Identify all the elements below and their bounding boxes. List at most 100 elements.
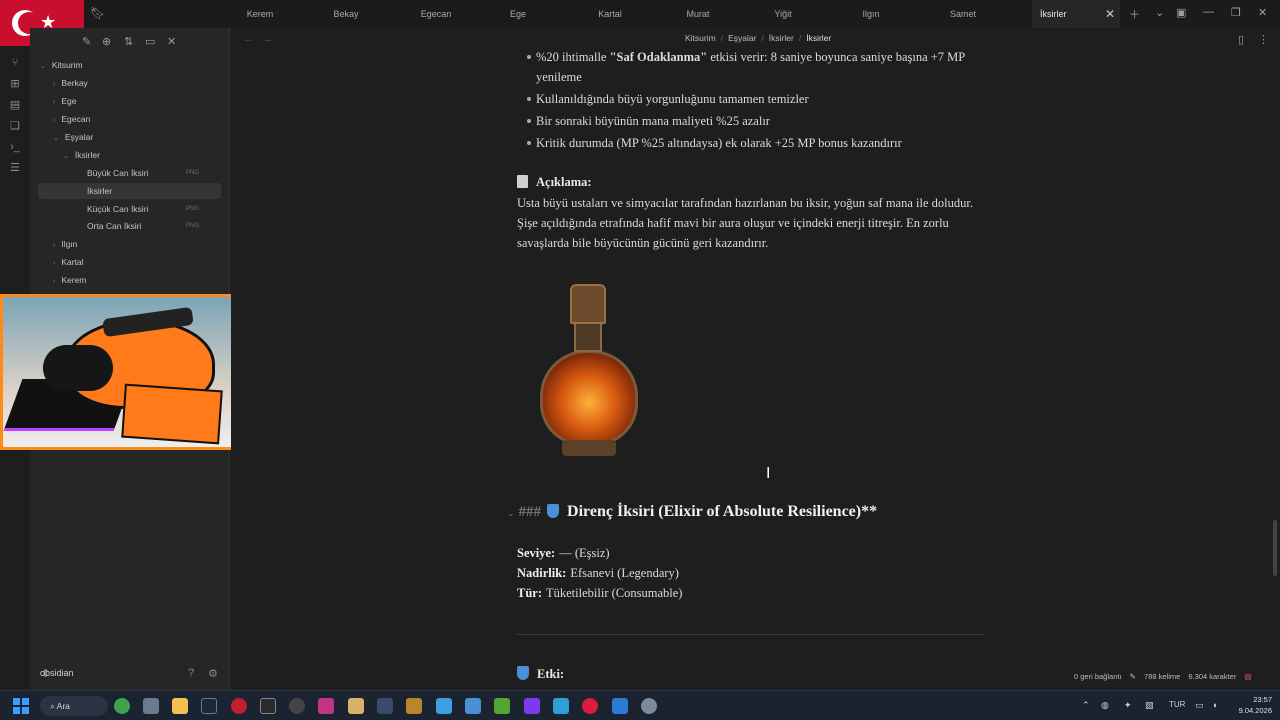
task-view-icon[interactable]: [143, 698, 159, 714]
new-note-icon[interactable]: ✎: [82, 35, 91, 48]
chevron-up-icon[interactable]: ⌃: [1082, 700, 1090, 711]
tray-app-icon[interactable]: ◍: [1101, 700, 1109, 711]
opera-icon[interactable]: [231, 698, 247, 714]
notes-app-icon[interactable]: [348, 698, 364, 714]
tree-folder-berkay[interactable]: › Berkay: [53, 75, 88, 91]
list-icon[interactable]: ☰: [8, 161, 22, 175]
network-icon[interactable]: ▭: [1195, 700, 1204, 711]
app-icon[interactable]: [377, 698, 393, 714]
more-options-icon[interactable]: ⋮: [1258, 33, 1269, 46]
divider: [517, 634, 985, 635]
language-indicator[interactable]: TUR: [1169, 700, 1185, 709]
tree-folder-egecan[interactable]: › Egecan: [53, 111, 90, 127]
tree-file-kucuk-can[interactable]: Küçük Can İksiri PNG: [87, 201, 217, 217]
file-explorer-icon[interactable]: [172, 698, 188, 714]
tab-samet[interactable]: Samet: [933, 0, 993, 28]
riot-icon[interactable]: [406, 698, 422, 714]
sort-icon[interactable]: ⇅: [124, 35, 133, 48]
minecraft-icon[interactable]: [494, 698, 510, 714]
etki-heading: Etki:: [517, 666, 564, 682]
new-tab-icon[interactable]: ＋: [1129, 6, 1140, 22]
tab-bar: ★ 🔖︎ Kerem Bekay Egecan Ege Kartal Murat…: [0, 0, 1280, 46]
scrollbar[interactable]: [1273, 520, 1277, 576]
section-heading: ⌄ ### Direnç İksiri (Elixir of Absolute Re…: [507, 503, 878, 520]
app-icon[interactable]: [289, 698, 305, 714]
windows-start-icon[interactable]: [13, 698, 29, 714]
fold-chevron-icon[interactable]: ⌄: [507, 508, 515, 518]
list-item: Bir sonraki büyünün mana maliyeti %25 az…: [527, 111, 977, 131]
nadirlik-row: Nadirlik: Efsanevi (Legendary): [517, 566, 679, 580]
tab-kerem[interactable]: Kerem: [230, 0, 290, 28]
volume-icon[interactable]: ◖: [1212, 700, 1217, 710]
tree-folder-kartal[interactable]: › Kartal: [53, 254, 84, 270]
seviye-row: Seviye: — (Eşsiz): [517, 546, 610, 560]
backlinks-count[interactable]: 0 geri bağlantı: [1074, 672, 1122, 681]
edit-icon[interactable]: ✎: [1130, 672, 1136, 681]
close-tab-icon[interactable]: ✕: [1105, 7, 1115, 21]
char-count: 6.304 karakter: [1188, 672, 1237, 681]
forward-arrow-icon[interactable]: →: [262, 33, 273, 45]
breadcrumb-item[interactable]: İksirler: [769, 33, 794, 43]
text-cursor-icon: I: [766, 465, 771, 482]
maximize-icon[interactable]: ❐: [1231, 6, 1241, 19]
epic-games-icon[interactable]: [260, 698, 276, 714]
xbox-app-icon[interactable]: [114, 698, 130, 714]
minimize-icon[interactable]: —: [1203, 6, 1214, 18]
instagram-icon[interactable]: [318, 698, 334, 714]
new-folder-icon[interactable]: ⊕: [102, 35, 111, 48]
taskbar-clock[interactable]: 23:57 9.04.2026: [1232, 694, 1272, 716]
photos-icon[interactable]: [553, 698, 569, 714]
tree-folder-esyalar[interactable]: ⌄ Eşyalar: [53, 129, 93, 145]
close-all-icon[interactable]: ✕: [167, 35, 176, 48]
tab-yigit[interactable]: Yiğit: [753, 0, 813, 28]
chevron-down-icon[interactable]: ⌄: [1155, 6, 1164, 19]
tray-app-icon[interactable]: ✦: [1124, 700, 1132, 711]
vault-name[interactable]: obsidian: [40, 668, 74, 678]
list-item: Kullanıldığında büyü yorgunluğunu tamame…: [527, 89, 977, 109]
app-icon[interactable]: [612, 698, 628, 714]
breadcrumb-item[interactable]: Kitsurim: [685, 33, 716, 43]
tab-ege[interactable]: Ege: [488, 0, 548, 28]
grid-icon[interactable]: ⊞: [8, 77, 22, 91]
tree-folder-ilgin[interactable]: › Ilgın: [53, 236, 77, 252]
tur-row: Tür: Tüketilebilir (Consumable): [517, 586, 683, 600]
sync-icon[interactable]: ▨: [1244, 672, 1251, 681]
terminal-icon[interactable]: ›_: [8, 140, 22, 154]
aciklama-heading: Açıklama:: [517, 175, 592, 190]
help-icon[interactable]: ?: [188, 667, 194, 679]
app-icon[interactable]: [436, 698, 452, 714]
tab-kartal[interactable]: Kartal: [580, 0, 640, 28]
back-arrow-icon[interactable]: ←: [243, 33, 254, 45]
tray-app-icon[interactable]: ▧: [1145, 700, 1154, 711]
collapse-icon[interactable]: ▭: [145, 35, 155, 48]
calendar-icon[interactable]: ▤: [8, 98, 22, 112]
taskbar-search[interactable]: ⌕ Ara: [40, 696, 108, 716]
tree-folder-kerem[interactable]: › Kerem: [53, 272, 86, 288]
bookmark-icon[interactable]: 🔖︎: [90, 6, 105, 20]
graph-icon[interactable]: ⑂: [8, 56, 22, 70]
settings-gear-icon[interactable]: ⚙: [208, 667, 218, 680]
word-count: 788 kelime: [1144, 672, 1181, 681]
app-icon[interactable]: [582, 698, 598, 714]
aciklama-paragraph: Usta büyü ustaları ve simyacılar tarafın…: [517, 196, 973, 250]
tree-folder-iksirler[interactable]: ⌄ İksirler: [63, 147, 100, 163]
tab-bekay[interactable]: Bekay: [316, 0, 376, 28]
tree-file-iksirler[interactable]: İksirler: [38, 183, 221, 199]
copy-icon[interactable]: ❏: [8, 119, 22, 133]
list-item: Kritik durumda (MP %25 altındaysa) ek ol…: [527, 133, 977, 153]
tab-murat[interactable]: Murat: [668, 0, 728, 28]
tree-folder-kitsurim[interactable]: ⌄ Kitsurim: [40, 57, 83, 73]
settings-app-icon[interactable]: [641, 698, 657, 714]
tree-file-orta-can[interactable]: Orta Can İksiri PNG: [87, 218, 217, 234]
window-close-icon[interactable]: ✕: [1258, 6, 1267, 19]
tab-ilgin[interactable]: Ilgın: [841, 0, 901, 28]
obsidian-icon[interactable]: [524, 698, 540, 714]
tree-file-buyuk-can[interactable]: Büyük Can İksiri PNG: [87, 165, 217, 181]
store-icon[interactable]: [465, 698, 481, 714]
breadcrumb-item[interactable]: Eşyalar: [728, 33, 756, 43]
tab-egecan[interactable]: Egecan: [406, 0, 466, 28]
tree-folder-ege[interactable]: › Ege: [53, 93, 76, 109]
sidebar-toggle-icon[interactable]: ▣: [1176, 6, 1186, 19]
steam-icon[interactable]: [201, 698, 217, 714]
reading-mode-icon[interactable]: ▯: [1238, 33, 1244, 46]
